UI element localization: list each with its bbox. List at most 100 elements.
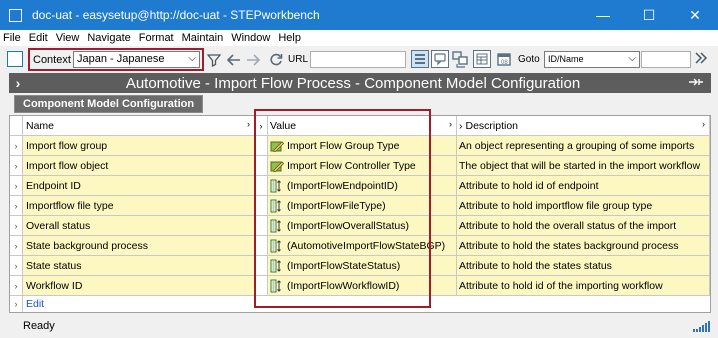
row-value-cell[interactable]: (ImportFlowStateStatus)	[268, 256, 457, 276]
maximize-button[interactable]: ☐	[626, 0, 672, 30]
attribute-icon	[270, 179, 284, 193]
row-description: The object that will be started in the i…	[457, 156, 710, 176]
window-title: doc-uat - easysetup@http://doc-uat - STE…	[32, 8, 320, 22]
refresh-icon[interactable]	[267, 51, 285, 68]
menu-maintain[interactable]: Maintain	[178, 32, 228, 44]
grid-header-row: Name › › Value › › Description ›	[10, 116, 710, 136]
row-value-expander	[255, 276, 268, 296]
row-value-cell[interactable]: (ImportFlowEndpointID)	[268, 176, 457, 196]
row-value-cell[interactable]: (ImportFlowWorkflowID)	[268, 276, 457, 296]
edit-row: › Edit	[10, 296, 710, 312]
edit-link[interactable]: Edit	[26, 298, 44, 310]
row-expander-icon[interactable]: ›	[10, 236, 23, 256]
table-view-icon[interactable]	[473, 50, 491, 68]
table-row[interactable]: › Import flow group Import Flow Group Type…	[10, 136, 710, 156]
table-row[interactable]: › Import flow object Import Flow Controlle…	[10, 156, 710, 176]
goto-select[interactable]: ID/Name ⌵	[544, 51, 640, 68]
row-value-expander	[255, 196, 268, 216]
menu-file[interactable]: File	[0, 32, 25, 44]
app-icon	[9, 8, 22, 22]
menu-view[interactable]: View	[52, 32, 84, 44]
column-header-description-label: Description	[465, 119, 519, 132]
row-description: Attribute to hold the states background …	[457, 236, 710, 256]
connection-strength-icon	[693, 320, 710, 332]
filter-icon[interactable]	[206, 51, 222, 68]
row-name: Overall status	[23, 216, 255, 236]
tab-component-model-configuration[interactable]: Component Model Configuration	[14, 95, 204, 113]
row-value-cell[interactable]: (ImportFlowFileType)	[268, 196, 457, 216]
goto-label: Goto	[518, 54, 540, 65]
close-button[interactable]: ✕	[672, 0, 718, 30]
table-row[interactable]: › State status (ImportFlowStateStatus) Attr…	[10, 256, 710, 276]
attribute-icon	[270, 239, 284, 253]
table-row[interactable]: › State background process (AutomotiveImpo…	[10, 236, 710, 256]
row-description: Attribute to hold importflow file group …	[457, 196, 710, 216]
goto-input[interactable]	[641, 51, 691, 68]
row-value: (ImportFlowWorkflowID)	[287, 279, 400, 292]
context-value: Japan - Japanese	[77, 53, 165, 65]
row-value-cell[interactable]: Import Flow Controller Type	[268, 156, 457, 176]
row-value: Import Flow Group Type	[287, 139, 400, 152]
table-row[interactable]: › Endpoint ID (ImportFlowEndpointID) Attrib…	[10, 176, 710, 196]
table-row[interactable]: › Importflow file type (ImportFlowFileType…	[10, 196, 710, 216]
menu-edit[interactable]: Edit	[25, 32, 52, 44]
url-label: URL	[288, 54, 309, 65]
row-value-expander	[255, 136, 268, 156]
table-row[interactable]: › Workflow ID (ImportFlowWorkflowID) Attrib…	[10, 276, 710, 296]
panel-toggle-icon[interactable]	[7, 51, 23, 67]
header-value-expander: ›	[255, 116, 268, 136]
page-header: › Automotive - Import Flow Process - Com…	[9, 73, 711, 93]
row-value-cell[interactable]: (ImportFlowOverallStatus)	[268, 216, 457, 236]
component-model-grid: Name › › Value › › Description › › Import…	[9, 115, 711, 313]
row-expander-icon[interactable]: ›	[10, 136, 23, 156]
context-select[interactable]: Japan - Japanese ⌵	[73, 51, 200, 68]
row-value: Import Flow Controller Type	[287, 159, 416, 172]
expand-chevron-icon[interactable]: ›	[11, 75, 25, 91]
row-description: Attribute to hold id of the importing wo…	[457, 276, 710, 296]
row-expander-icon[interactable]: ›	[10, 196, 23, 216]
tab-strip: Component Model Configuration	[9, 93, 711, 115]
edit-row-expander: ›	[10, 296, 23, 312]
row-name: Workflow ID	[23, 276, 255, 296]
column-header-name-label: Name	[26, 119, 55, 132]
row-expander-icon[interactable]: ›	[10, 256, 23, 276]
tree-view-icon[interactable]	[411, 50, 429, 68]
row-value-expander	[255, 256, 268, 276]
pin-icon[interactable]	[681, 76, 711, 90]
row-expander-icon[interactable]: ›	[10, 156, 23, 176]
row-expander-icon[interactable]: ›	[10, 276, 23, 296]
url-input[interactable]	[310, 51, 406, 68]
row-name: State background process	[23, 236, 255, 256]
attribute-icon	[270, 199, 284, 213]
calendar-view-icon[interactable]: 08	[495, 50, 513, 68]
column-header-description[interactable]: › Description ›	[457, 116, 710, 136]
forward-arrow-icon[interactable]	[245, 51, 263, 68]
row-value-cell[interactable]: (AutomotiveImportFlowStateBGP)	[268, 236, 457, 256]
sort-arrow-icon: ›	[247, 119, 250, 129]
object-type-icon	[270, 159, 284, 173]
row-name: Import flow object	[23, 156, 255, 176]
comment-view-icon[interactable]	[431, 50, 449, 68]
svg-text:08: 08	[501, 60, 508, 66]
menu-navigate[interactable]: Navigate	[83, 32, 134, 44]
goto-arrow-icon[interactable]	[694, 51, 708, 68]
sort-arrow-icon: ›	[459, 119, 463, 132]
menu-format[interactable]: Format	[135, 32, 178, 44]
column-header-value[interactable]: Value ›	[268, 116, 457, 136]
table-row[interactable]: › Overall status (ImportFlowOverallStatus)…	[10, 216, 710, 236]
menu-window[interactable]: Window	[227, 32, 274, 44]
object-type-icon	[270, 139, 284, 153]
back-arrow-icon[interactable]	[224, 51, 242, 68]
menu-help[interactable]: Help	[274, 32, 305, 44]
column-header-name[interactable]: Name ›	[23, 116, 255, 136]
row-value-cell[interactable]: Import Flow Group Type	[268, 136, 457, 156]
hierarchy-view-icon[interactable]	[451, 50, 469, 68]
menu-bar: File Edit View Navigate Format Maintain …	[0, 30, 718, 46]
minimize-button[interactable]: —	[580, 0, 626, 30]
header-expander	[10, 116, 23, 136]
row-expander-icon[interactable]: ›	[10, 216, 23, 236]
toolbar: Context Japan - Japanese ⌵ URL 08 Goto I…	[0, 47, 718, 72]
row-expander-icon[interactable]: ›	[10, 176, 23, 196]
row-name: Importflow file type	[23, 196, 255, 216]
row-description: Attribute to hold id of endpoint	[457, 176, 710, 196]
